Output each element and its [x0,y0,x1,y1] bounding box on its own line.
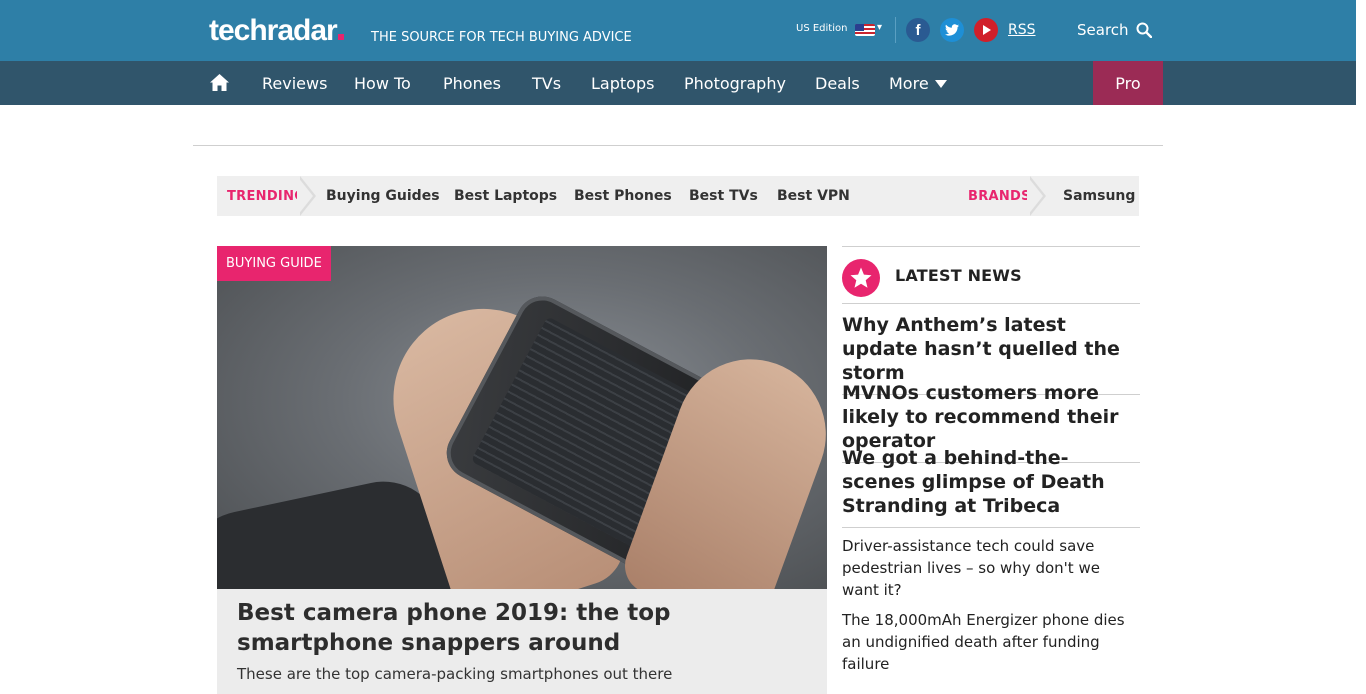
news-item[interactable]: Driver-assistance tech could save pedest… [842,535,1140,601]
facebook-icon[interactable]: f [906,18,930,42]
main-nav: Reviews How To Phones TVs Laptops Photog… [0,61,1356,105]
site-header: techradar THE SOURCE FOR TECH BUYING ADV… [0,0,1356,61]
trending-bar: TRENDING Buying Guides Best Laptops Best… [217,176,1139,216]
search-icon [1136,22,1152,38]
trending-link[interactable]: Best Laptops [454,188,557,204]
nav-tvs[interactable]: TVs [532,74,561,93]
nav-more[interactable]: More [889,74,947,93]
edition-caret-icon[interactable]: ▾ [877,22,882,33]
news-item[interactable]: The 18,000mAh Energizer phone dies an un… [842,609,1140,675]
news-headline[interactable]: We got a behind-the-scenes glimpse of De… [842,446,1140,528]
latest-news-title: LATEST NEWS [895,266,1022,285]
nav-reviews[interactable]: Reviews [262,74,327,93]
site-tagline: THE SOURCE FOR TECH BUYING ADVICE [371,30,632,45]
star-icon [842,259,880,297]
nav-phones[interactable]: Phones [443,74,501,93]
site-logo[interactable]: techradar [209,16,344,46]
search-label: Search [1077,21,1129,39]
home-icon[interactable] [209,73,230,92]
trending-link[interactable]: Best Phones [574,188,672,204]
edition-label[interactable]: US Edition [796,23,847,34]
youtube-icon[interactable] [974,18,998,42]
search-button[interactable]: Search [1077,21,1152,39]
hero-title[interactable]: Best camera phone 2019: the top smartpho… [237,598,812,658]
ad-divider [193,145,1163,146]
logo-text: techradar [209,14,338,47]
trending-label: TRENDING [227,189,306,204]
brands-label: BRANDS [968,189,1031,204]
featured-article[interactable]: BUYING GUIDE Best camera phone 2019: the… [217,246,827,694]
nav-pro[interactable]: Pro [1093,61,1163,105]
chevron-divider-inner [1027,176,1043,216]
hero-image[interactable] [217,246,827,589]
rss-link[interactable]: RSS [1008,22,1036,38]
nav-laptops[interactable]: Laptops [591,74,654,93]
brand-link[interactable]: Samsung [1063,188,1135,204]
hero-subtitle: These are the top camera-packing smartph… [237,665,673,683]
logo-dot [337,34,344,40]
caret-down-icon [934,80,947,88]
chevron-divider-inner [297,176,313,216]
nav-how-to[interactable]: How To [354,74,411,93]
trending-link[interactable]: Buying Guides [326,188,440,204]
us-flag-icon[interactable] [855,24,875,36]
category-badge: BUYING GUIDE [217,246,331,281]
nav-more-label: More [889,74,929,93]
header-divider [895,17,896,43]
nav-deals[interactable]: Deals [815,74,860,93]
trending-link[interactable]: Best TVs [689,188,758,204]
latest-news-header: LATEST NEWS [842,246,1140,304]
twitter-icon[interactable] [940,18,964,42]
trending-link[interactable]: Best VPN [777,188,850,204]
nav-photography[interactable]: Photography [684,74,786,93]
